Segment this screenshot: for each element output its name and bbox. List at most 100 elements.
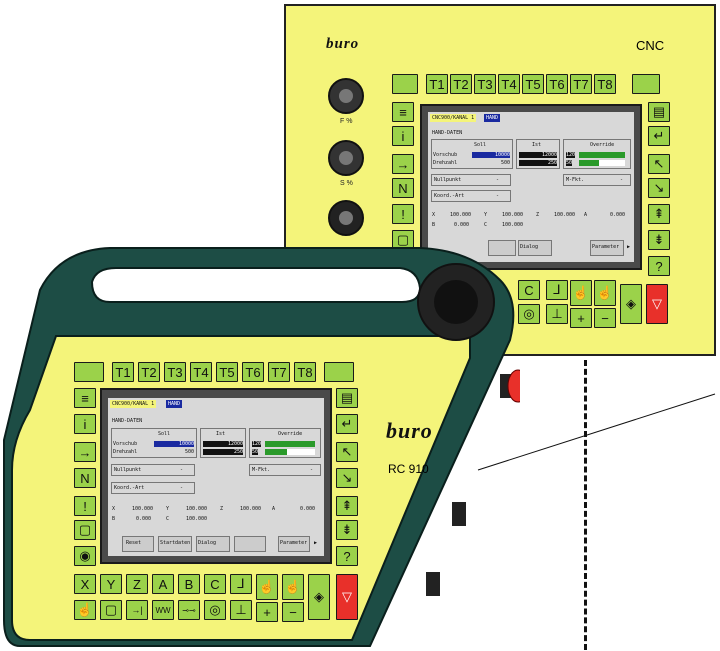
tool-key-t4[interactable]: T4 (498, 74, 520, 94)
page-up-key[interactable]: ⇞ (648, 204, 670, 224)
rc-hand-key[interactable]: ☝ (74, 600, 96, 620)
rc-start-key[interactable]: ◈ (308, 574, 330, 620)
arrow-down-right-key[interactable]: ↘ (648, 178, 670, 198)
cnc-nullpunkt: Nullpunkt (434, 177, 462, 183)
cnc-c-key[interactable]: C (518, 280, 540, 300)
cnc-circle-key[interactable]: ◎ (518, 304, 540, 324)
feed-override-label: F % (340, 118, 353, 125)
rc-alert-key[interactable]: ! (74, 496, 96, 516)
rc-info-key[interactable]: i (74, 414, 96, 434)
rc-circle-key[interactable]: ◉ (74, 546, 96, 566)
tool-key-t8[interactable]: T8 (594, 74, 616, 94)
rc-ref-key[interactable]: ◎ (204, 600, 226, 620)
rc-c-key[interactable]: C (204, 574, 226, 594)
rc-tool-key-t1[interactable]: T1 (112, 362, 134, 382)
tool-key-t1[interactable]: T1 (426, 74, 448, 94)
rc-nullpunkt-dash: - (180, 467, 184, 473)
rc-feed-key[interactable]: →| (126, 600, 148, 620)
rc-plus-key[interactable]: + (256, 602, 278, 622)
rc-x-key[interactable]: X (74, 574, 96, 594)
rc-tool-key-t7[interactable]: T7 (268, 362, 290, 382)
cnc-speed-bar (579, 160, 599, 166)
cnc-feed-soll: 10000 (472, 152, 510, 158)
alert-key[interactable]: ! (392, 204, 414, 224)
rc-jog-key-2[interactable]: ☝ (282, 574, 304, 600)
rc-blank-key-right[interactable] (324, 362, 354, 382)
rc-a-key[interactable]: A (152, 574, 174, 594)
rc-y-key[interactable]: Y (100, 574, 122, 594)
cnc-step-key[interactable]: ⅃ (546, 280, 568, 300)
cnc-minus-key[interactable]: − (594, 308, 616, 328)
rc-z-key[interactable]: Z (126, 574, 148, 594)
tool-key-t6[interactable]: T6 (546, 74, 568, 94)
tool-key-t7[interactable]: T7 (570, 74, 592, 94)
cnc-start-key[interactable]: ◈ (620, 284, 642, 324)
rc-softkey-dialog-label: Dialog (198, 540, 217, 546)
rc-arrow-down-right-key[interactable]: ↘ (336, 468, 358, 488)
rc-base-key[interactable]: ⊥ (230, 600, 252, 620)
cnc-base-key[interactable]: ⊥ (546, 304, 568, 324)
rc-return-key[interactable]: ↵ (336, 414, 358, 434)
rc-tool-key-t3[interactable]: T3 (164, 362, 186, 382)
blank-key-right[interactable] (632, 74, 660, 94)
rc-feed-bar (265, 441, 315, 447)
list-key[interactable]: ≡ (392, 102, 414, 122)
rc-tool-key-t4[interactable]: T4 (190, 362, 212, 382)
rc-tool-key-t6[interactable]: T6 (242, 362, 264, 382)
rc-title: HAND-DATEN (112, 418, 143, 424)
tool-key-t5[interactable]: T5 (522, 74, 544, 94)
rc-wave-key[interactable]: WW (152, 600, 174, 620)
rc-page-down-key[interactable]: ⇟ (336, 520, 358, 540)
cnc-feed-ist: 12000 (519, 152, 557, 158)
feed-override-knob[interactable] (328, 78, 364, 114)
rc-window-key[interactable]: ▢ (74, 520, 96, 540)
return-key[interactable]: ↵ (648, 126, 670, 146)
help-key[interactable]: ? (648, 256, 670, 276)
rc-arrow-up-left-key[interactable]: ↖ (336, 442, 358, 462)
cnc-plus-key[interactable]: + (570, 308, 592, 328)
cnc-header-mode: HAND (484, 114, 501, 122)
n-key[interactable]: N (392, 178, 414, 198)
cnc-stop-key[interactable]: ▽ (646, 284, 668, 324)
rc-enter-arrow-key[interactable]: → (74, 442, 96, 462)
cnc-speed-label: Drehzahl (433, 160, 458, 166)
rc-axis-b: B (112, 516, 116, 522)
rc-link-key[interactable]: ⊸⊸ (178, 600, 200, 620)
rc-list-key[interactable]: ≡ (74, 388, 96, 408)
info-key[interactable]: i (392, 126, 414, 146)
tool-key-t2[interactable]: T2 (450, 74, 472, 94)
rc-tool-key-t8[interactable]: T8 (294, 362, 316, 382)
cnc-softkey-next[interactable]: ▶ (627, 244, 630, 250)
rc-b-key[interactable]: B (178, 574, 200, 594)
rc-tool-key-t2[interactable]: T2 (138, 362, 160, 382)
rc-jog-key-1[interactable]: ☝ (256, 574, 278, 600)
cnc-title: HAND-DATEN (432, 130, 463, 136)
rc-n-key[interactable]: N (74, 468, 96, 488)
rc-softkey-4[interactable] (234, 536, 266, 552)
cnc-mfkt-dash: - (620, 177, 624, 183)
print-key[interactable]: ▤ (648, 102, 670, 122)
rc-stop-key[interactable]: ▽ (336, 574, 358, 620)
rc-help-key[interactable]: ? (336, 546, 358, 566)
rc-speed-soll: 500 (184, 449, 194, 455)
cnc-jog-key-2[interactable]: ☝ (594, 280, 616, 306)
cnc-jog-key-1[interactable]: ☝ (570, 280, 592, 306)
rc-tool-key-t5[interactable]: T5 (216, 362, 238, 382)
rc-step-key[interactable]: ⅃ (230, 574, 252, 594)
page-down-key[interactable]: ⇟ (648, 230, 670, 250)
rc-val-b: 0.000 (136, 516, 152, 522)
rc-page-up-key[interactable]: ⇞ (336, 496, 358, 516)
blank-key-left[interactable] (392, 74, 418, 94)
rc-frame-key[interactable]: ▢ (100, 600, 122, 620)
key-switch[interactable] (328, 200, 364, 236)
rc-softkey-next[interactable]: ▶ (314, 540, 317, 546)
spindle-override-knob[interactable] (328, 140, 364, 176)
cnc-val-b: 0.000 (454, 222, 470, 228)
rc-blank-key-left[interactable] (74, 362, 104, 382)
tool-key-t3[interactable]: T3 (474, 74, 496, 94)
cnc-softkey-dialog-label: Dialog (520, 244, 539, 250)
enter-arrow-key[interactable]: → (392, 154, 414, 174)
rc-minus-key[interactable]: − (282, 602, 304, 622)
rc-print-key[interactable]: ▤ (336, 388, 358, 408)
arrow-up-left-key[interactable]: ↖ (648, 154, 670, 174)
